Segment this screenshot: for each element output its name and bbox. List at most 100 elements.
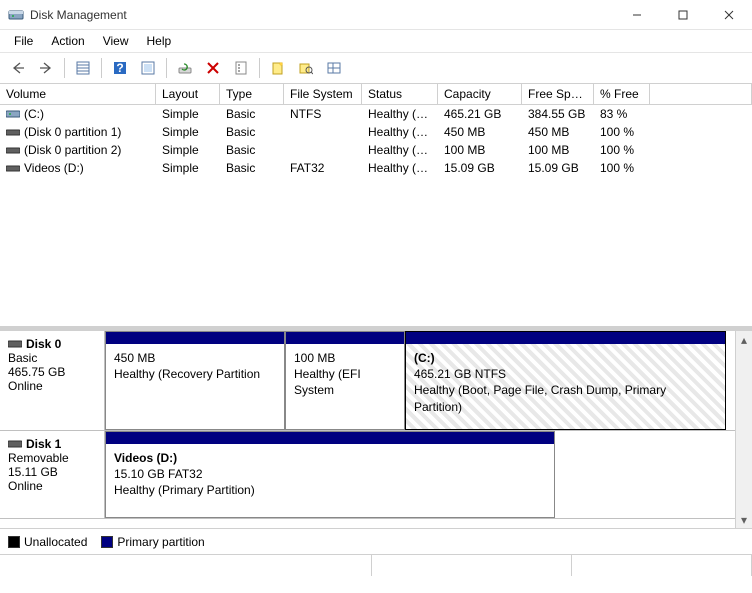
disk-info[interactable]: Disk 0Basic465.75 GBOnline bbox=[0, 331, 105, 430]
disk-parts: Videos (D:)15.10 GB FAT32Healthy (Primar… bbox=[105, 431, 735, 518]
disk-state: Online bbox=[8, 379, 96, 393]
refresh-button[interactable] bbox=[173, 56, 197, 80]
partition-header bbox=[286, 332, 404, 344]
cell-fs bbox=[284, 149, 362, 151]
col-free[interactable]: Free Spa... bbox=[522, 84, 594, 104]
disk-icon bbox=[8, 338, 22, 350]
statusbar bbox=[0, 554, 752, 576]
disk-graphic-pane[interactable]: Disk 0Basic465.75 GBOnline450 MBHealthy … bbox=[0, 330, 752, 528]
volume-icon bbox=[6, 144, 20, 156]
volume-name: (Disk 0 partition 2) bbox=[24, 143, 121, 157]
legend-primary: Primary partition bbox=[101, 535, 204, 549]
col-volume[interactable]: Volume bbox=[0, 84, 156, 104]
status-pane-3 bbox=[572, 555, 752, 576]
disk-icon bbox=[8, 438, 22, 450]
properties-button[interactable] bbox=[229, 56, 253, 80]
cell-pct: 100 % bbox=[594, 160, 650, 176]
vertical-scrollbar[interactable]: ▴ ▾ bbox=[735, 331, 752, 528]
delete-button[interactable] bbox=[201, 56, 225, 80]
partition-title: (C:) bbox=[414, 350, 717, 366]
menu-file[interactable]: File bbox=[6, 32, 41, 50]
legend-unallocated: Unallocated bbox=[8, 535, 87, 549]
col-capacity[interactable]: Capacity bbox=[438, 84, 522, 104]
scroll-up-icon[interactable]: ▴ bbox=[736, 331, 752, 348]
cell-layout: Simple bbox=[156, 124, 220, 140]
volume-list[interactable]: Volume Layout Type File System Status Ca… bbox=[0, 84, 752, 326]
settings-button[interactable] bbox=[136, 56, 160, 80]
help-button[interactable]: ? bbox=[108, 56, 132, 80]
cell-capacity: 450 MB bbox=[438, 124, 522, 140]
forward-button[interactable] bbox=[34, 56, 58, 80]
cell-type: Basic bbox=[220, 160, 284, 176]
disk-size: 465.75 GB bbox=[8, 365, 96, 379]
disk-size: 15.11 GB bbox=[8, 465, 96, 479]
partition-size: 465.21 GB NTFS bbox=[414, 366, 717, 382]
volume-icon bbox=[6, 162, 20, 174]
toolbar-separator bbox=[64, 58, 65, 78]
disk-kind: Basic bbox=[8, 351, 96, 365]
new-button[interactable] bbox=[266, 56, 290, 80]
cell-capacity: 100 MB bbox=[438, 142, 522, 158]
partition-status: Healthy (EFI System bbox=[294, 366, 396, 398]
cell-type: Basic bbox=[220, 124, 284, 140]
minimize-button[interactable] bbox=[614, 0, 660, 30]
partition[interactable]: 100 MBHealthy (EFI System bbox=[285, 331, 405, 430]
cell-type: Basic bbox=[220, 142, 284, 158]
close-button[interactable] bbox=[706, 0, 752, 30]
disk-name: Disk 1 bbox=[26, 437, 61, 451]
col-filesystem[interactable]: File System bbox=[284, 84, 362, 104]
disk-row: Disk 0Basic465.75 GBOnline450 MBHealthy … bbox=[0, 331, 735, 431]
table-row[interactable]: (C:)SimpleBasicNTFSHealthy (B...465.21 G… bbox=[0, 105, 752, 123]
partition-status: Healthy (Primary Partition) bbox=[114, 482, 546, 498]
volume-header-row: Volume Layout Type File System Status Ca… bbox=[0, 84, 752, 105]
partition-size: 100 MB bbox=[294, 350, 396, 366]
disk-info[interactable]: Disk 1Removable15.11 GBOnline bbox=[0, 431, 105, 518]
partition-status: Healthy (Recovery Partition bbox=[114, 366, 276, 382]
cell-capacity: 465.21 GB bbox=[438, 106, 522, 122]
back-button[interactable] bbox=[6, 56, 30, 80]
toolbar: ? bbox=[0, 52, 752, 84]
disk-parts: 450 MBHealthy (Recovery Partition100 MBH… bbox=[105, 331, 735, 430]
partition-title: Videos (D:) bbox=[114, 450, 546, 466]
col-pct[interactable]: % Free bbox=[594, 84, 650, 104]
partition-size: 15.10 GB FAT32 bbox=[114, 466, 546, 482]
table-row[interactable]: (Disk 0 partition 1)SimpleBasicHealthy (… bbox=[0, 123, 752, 141]
status-pane-1 bbox=[0, 555, 372, 576]
disk-state: Online bbox=[8, 479, 96, 493]
menu-help[interactable]: Help bbox=[139, 32, 180, 50]
col-status[interactable]: Status bbox=[362, 84, 438, 104]
titlebar: Disk Management bbox=[0, 0, 752, 30]
col-layout[interactable]: Layout bbox=[156, 84, 220, 104]
toolbar-separator bbox=[259, 58, 260, 78]
partition[interactable]: 450 MBHealthy (Recovery Partition bbox=[105, 331, 285, 430]
cell-pct: 100 % bbox=[594, 142, 650, 158]
cell-status: Healthy (B... bbox=[362, 106, 438, 122]
partition-header bbox=[406, 332, 725, 344]
col-type[interactable]: Type bbox=[220, 84, 284, 104]
scroll-down-icon[interactable]: ▾ bbox=[736, 511, 752, 528]
cell-free: 450 MB bbox=[522, 124, 594, 140]
col-spare[interactable] bbox=[650, 84, 752, 104]
cell-status: Healthy (E... bbox=[362, 142, 438, 158]
cell-layout: Simple bbox=[156, 160, 220, 176]
partition[interactable]: Videos (D:)15.10 GB FAT32Healthy (Primar… bbox=[105, 431, 555, 518]
table-row[interactable]: (Disk 0 partition 2) SimpleBasic Healthy (… bbox=[0, 141, 752, 159]
cell-status: Healthy (R... bbox=[362, 124, 438, 140]
cell-layout: Simple bbox=[156, 106, 220, 122]
menu-action[interactable]: Action bbox=[43, 32, 92, 50]
maximize-button[interactable] bbox=[660, 0, 706, 30]
svg-text:?: ? bbox=[116, 61, 123, 75]
menubar: File Action View Help bbox=[0, 30, 752, 52]
cell-layout: Simple bbox=[156, 142, 220, 158]
table-row[interactable]: Videos (D:)SimpleBasicFAT32Healthy (P...… bbox=[0, 159, 752, 177]
show-hide-tree-button[interactable] bbox=[71, 56, 95, 80]
volume-icon bbox=[6, 108, 20, 120]
disk-kind: Removable bbox=[8, 451, 96, 465]
menu-view[interactable]: View bbox=[95, 32, 137, 50]
partition[interactable]: (C:)465.21 GB NTFSHealthy (Boot, Page Fi… bbox=[405, 331, 726, 430]
toolbar-separator bbox=[101, 58, 102, 78]
cell-free: 15.09 GB bbox=[522, 160, 594, 176]
view-button[interactable] bbox=[322, 56, 346, 80]
partition-size: 450 MB bbox=[114, 350, 276, 366]
find-button[interactable] bbox=[294, 56, 318, 80]
